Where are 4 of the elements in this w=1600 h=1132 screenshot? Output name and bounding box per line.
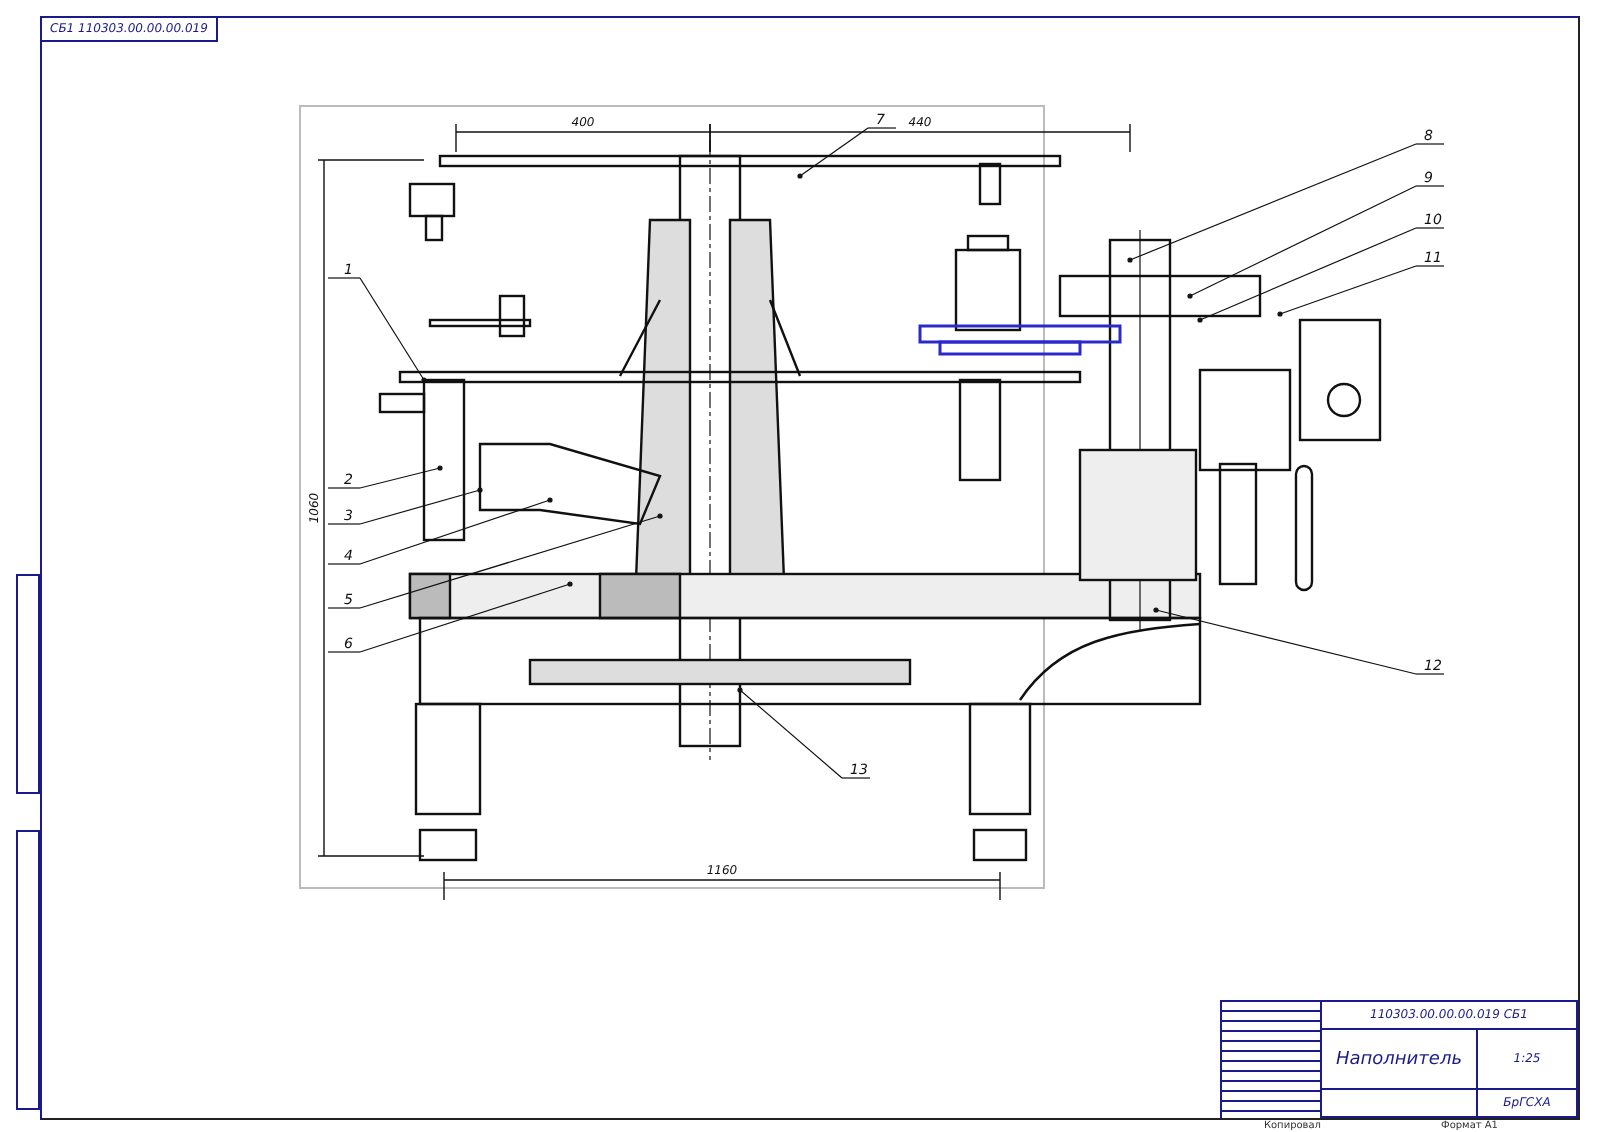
- leader-line: [737, 687, 871, 779]
- leader-line: [327, 277, 427, 383]
- drawing-title: Наполнитель: [1336, 1049, 1462, 1069]
- leader-line: [797, 127, 897, 179]
